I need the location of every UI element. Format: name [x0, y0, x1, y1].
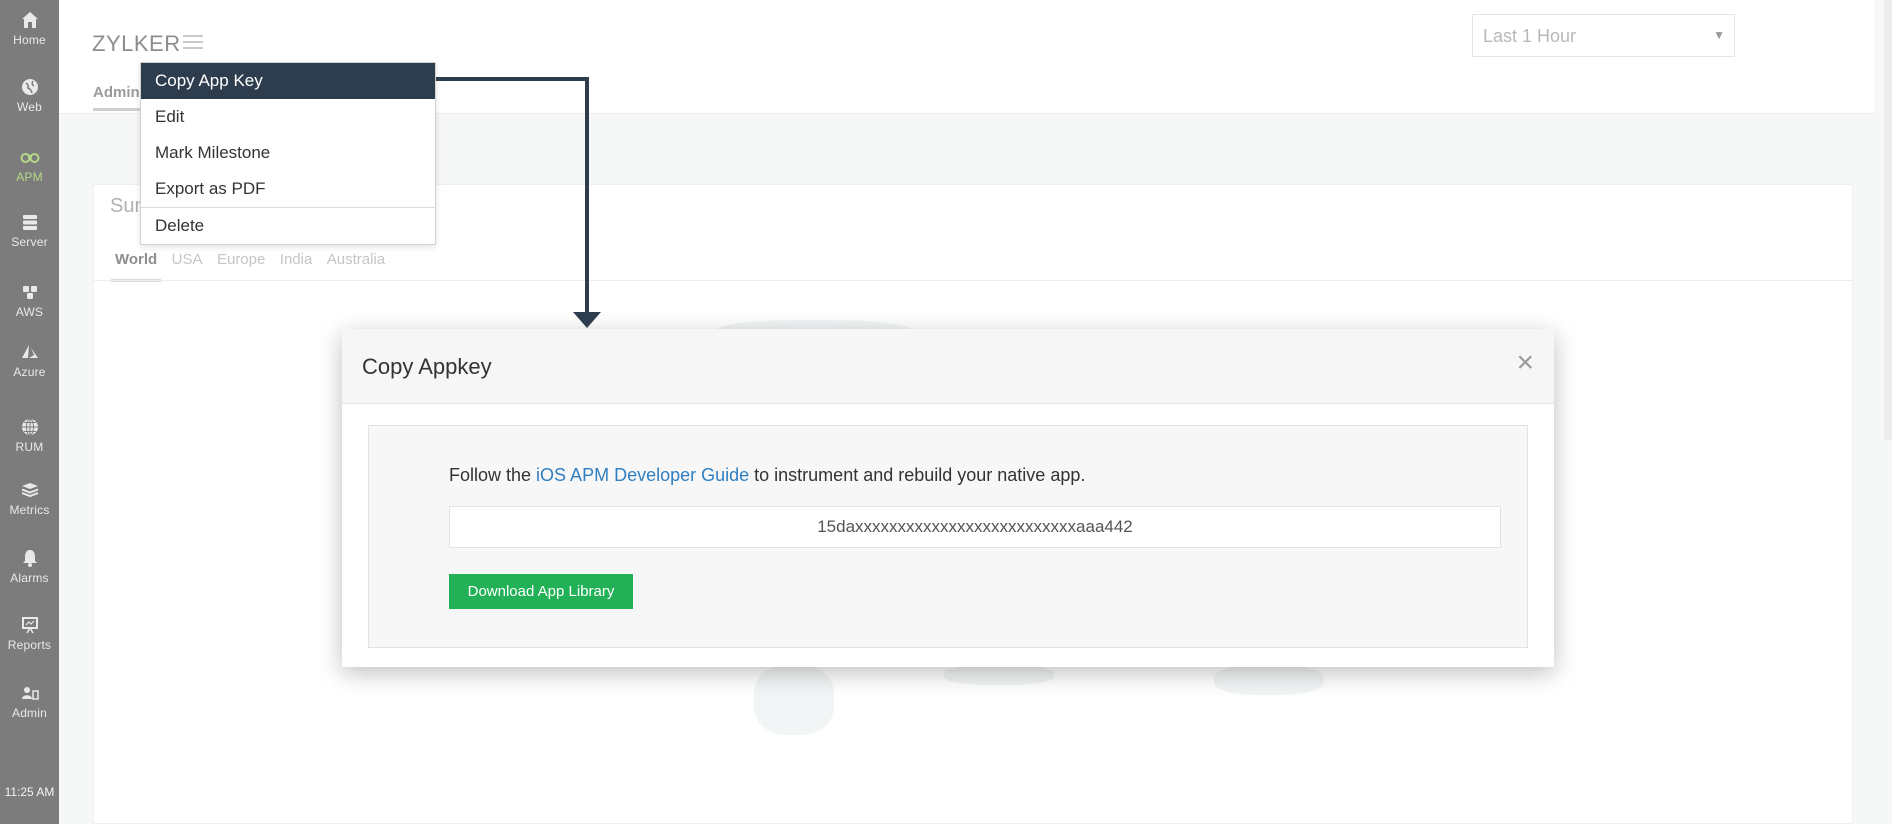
aws-icon [0, 280, 59, 304]
sidebar-item-azure[interactable]: Azure [0, 340, 59, 400]
tab-europe[interactable]: Europe [217, 251, 265, 268]
home-icon [0, 8, 59, 32]
annotation-arrow-horizontal [436, 77, 589, 81]
menu-item-export-pdf[interactable]: Export as PDF [141, 171, 435, 207]
azure-icon [0, 340, 59, 364]
binoculars-icon [0, 145, 59, 169]
sidebar-item-aws[interactable]: AWS [0, 280, 59, 340]
menu-item-copy-app-key[interactable]: Copy App Key [141, 63, 435, 99]
world-map-shape [944, 665, 1054, 685]
dialog-header: Copy Appkey × [342, 329, 1554, 404]
world-map-shape [1214, 665, 1324, 695]
sidebar-item-rum[interactable]: RUM [0, 415, 59, 475]
sidebar-item-metrics[interactable]: Metrics [0, 478, 59, 538]
menu-item-mark-milestone[interactable]: Mark Milestone [141, 135, 435, 171]
tab-admin[interactable]: Admin [93, 84, 140, 101]
sidebar-item-label: Reports [7, 638, 52, 652]
app-context-menu: Copy App Key Edit Mark Milestone Export … [140, 62, 436, 245]
hamburger-menu-icon[interactable] [183, 34, 203, 50]
panel-divider [94, 280, 1852, 281]
region-tabs: World USA Europe India Australia [115, 251, 395, 275]
stack-icon [0, 478, 59, 502]
app-key-value: 15daxxxxxxxxxxxxxxxxxxxxxxxxxxaaa442 [817, 517, 1133, 536]
sidebar-item-label: Metrics [9, 503, 50, 517]
clock-time: 11:25 AM [4, 785, 55, 799]
sidebar-item-label: Admin [11, 706, 47, 720]
tab-australia[interactable]: Australia [327, 251, 385, 268]
sidebar-item-home[interactable]: Home [0, 8, 59, 68]
dialog-body: Follow the iOS APM Developer Guide to in… [368, 425, 1528, 648]
brand-name: ZYLKER [92, 31, 181, 56]
sidebar-item-label: Home [13, 33, 46, 47]
sidebar-item-label: RUM [15, 440, 44, 454]
sidebar-item-admin[interactable]: Admin [0, 681, 59, 741]
guide-text-after: to instrument and rebuild your native ap… [749, 465, 1086, 485]
sidebar-item-server[interactable]: Server [0, 210, 59, 270]
copy-appkey-dialog: Copy Appkey × Follow the iOS APM Develop… [342, 329, 1554, 667]
sidebar-item-label: Azure [13, 365, 46, 379]
close-icon[interactable]: × [1516, 347, 1534, 379]
sidebar-item-label: Web [16, 100, 43, 114]
tab-usa[interactable]: USA [172, 251, 203, 268]
sidebar-item-label: APM [16, 170, 43, 184]
chevron-down-icon: ▼ [1713, 28, 1725, 42]
sidebar-item-reports[interactable]: Reports [0, 613, 59, 673]
tab-world[interactable]: World [115, 251, 157, 268]
guide-text-before: Follow the [449, 465, 537, 485]
sidebar-item-label: Server [11, 235, 48, 249]
globe-icon [0, 75, 59, 99]
menu-item-delete[interactable]: Delete [141, 208, 435, 244]
sidebar-item-label: Alarms [10, 571, 49, 585]
annotation-arrow-vertical [585, 77, 589, 314]
menu-item-edit[interactable]: Edit [141, 99, 435, 135]
world-map-shape [754, 665, 834, 735]
server-icon [0, 210, 59, 234]
download-app-library-button[interactable]: Download App Library [449, 574, 633, 609]
annotation-arrow-head [573, 312, 601, 328]
sidebar-item-alarms[interactable]: Alarms [0, 546, 59, 606]
guide-instruction: Follow the iOS APM Developer Guide to in… [449, 465, 1085, 486]
presentation-icon [0, 613, 59, 637]
sidebar-item-apm[interactable]: APM [0, 145, 59, 205]
sidebar: Home Web APM Server AWS Azure RUM Metric… [0, 0, 59, 824]
dialog-title: Copy Appkey [362, 354, 492, 379]
vertical-scrollbar[interactable] [1884, 0, 1892, 440]
tab-india[interactable]: India [280, 251, 313, 268]
admin-icon [0, 681, 59, 705]
app-key-field[interactable]: 15daxxxxxxxxxxxxxxxxxxxxxxxxxxaaa442 [449, 506, 1501, 548]
time-range-select[interactable]: Last 1 Hour ▼ [1472, 14, 1735, 57]
sidebar-item-label: AWS [15, 305, 44, 319]
time-range-value: Last 1 Hour [1483, 26, 1577, 46]
bell-icon [0, 546, 59, 570]
sidebar-item-web[interactable]: Web [0, 75, 59, 135]
globe-grid-icon [0, 415, 59, 439]
developer-guide-link[interactable]: iOS APM Developer Guide [536, 465, 749, 485]
